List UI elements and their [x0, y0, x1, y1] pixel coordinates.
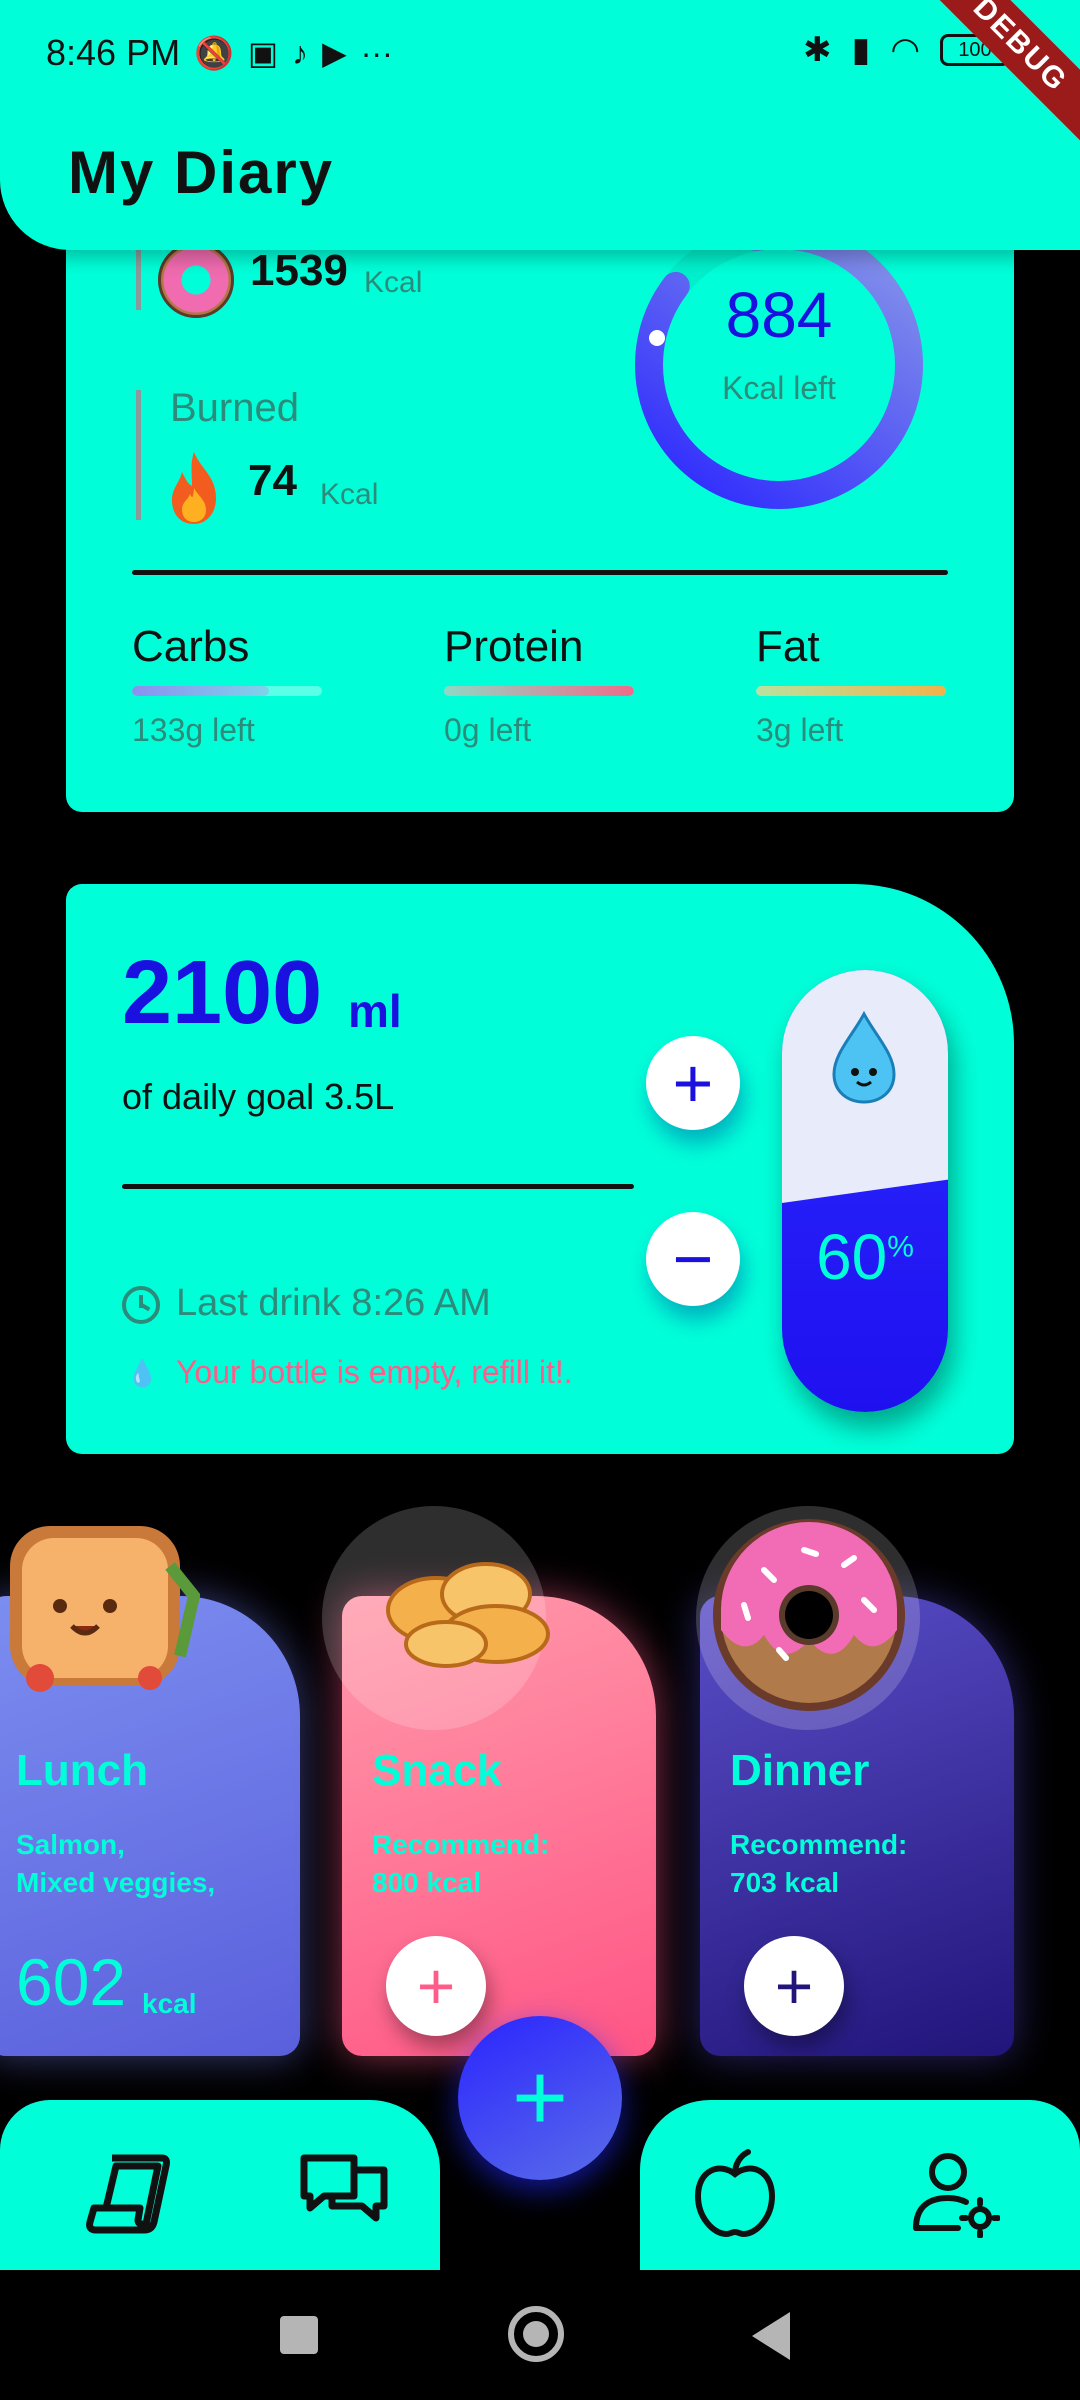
burned-label: Burned — [170, 386, 299, 430]
burned-value: 74 — [248, 456, 297, 505]
back-button[interactable] — [752, 2312, 790, 2360]
meal-kcal-value: 602 — [16, 1945, 127, 2019]
chat-icon[interactable] — [298, 2148, 388, 2238]
burned-unit: Kcal — [320, 478, 379, 511]
water-divider — [122, 1184, 634, 1189]
bottle-icon: 💧 — [126, 1358, 159, 1388]
meal-name: Dinner — [730, 1746, 870, 1795]
add-snack-button[interactable]: + — [386, 1936, 486, 2036]
macro-carbs: Carbs 133g left — [132, 622, 332, 749]
eaten-value: 1539 — [250, 246, 348, 295]
tiktok-icon: ♪ — [292, 34, 309, 71]
refill-warning: Your bottle is empty, refill it!. — [176, 1354, 573, 1390]
water-percent: 60% — [782, 1220, 948, 1294]
kcal-left-value: 884 — [725, 279, 833, 351]
macro-name: Protein — [444, 622, 584, 671]
add-water-button[interactable]: + — [646, 1036, 740, 1130]
water-percent-sign: % — [887, 1230, 914, 1264]
water-percent-value: 60 — [816, 1221, 888, 1293]
meal-description: Salmon, Mixed veggies, — [16, 1826, 215, 1902]
meal-description: Recommend: 703 kcal — [730, 1826, 907, 1902]
water-drop-icon — [832, 1010, 896, 1104]
meal-desc-line: Recommend: — [372, 1829, 550, 1860]
meal-description: Recommend: 800 kcal — [372, 1826, 549, 1902]
add-entry-fab[interactable]: + — [458, 2016, 622, 2180]
donut-icon — [713, 1519, 905, 1711]
page-title: My Diary — [68, 139, 335, 206]
water-unit: ml — [348, 985, 402, 1037]
wifi-icon: ◠ — [890, 31, 920, 69]
kcal-ring — [635, 221, 923, 509]
meal-desc-line: Recommend: — [730, 1829, 908, 1860]
meal-desc-line: 800 kcal — [372, 1867, 481, 1898]
meal-desc-line: Mixed veggies, — [16, 1867, 216, 1898]
status-time: 8:46 PM — [46, 32, 181, 73]
user-settings-icon[interactable] — [910, 2148, 1000, 2238]
calories-card: 1539 Kcal Burned 74 Kcal 884 Kcal left C… — [66, 200, 1014, 812]
app-header: 8:46 PM 🔕 ▣ ♪ ▶ ··· ✱ ▮ ◠ 100 DEBUG My D… — [0, 0, 1080, 250]
macro-remaining: 133g left — [132, 712, 255, 748]
macro-progress — [444, 686, 634, 696]
bluetooth-icon: ✱ — [803, 31, 832, 69]
macro-fat: Fat 3g left — [756, 622, 956, 749]
macro-progress — [756, 686, 946, 696]
donut-icon — [158, 242, 234, 318]
meal-name: Snack — [372, 1746, 502, 1795]
water-goal: of daily goal 3.5L — [122, 1076, 395, 1117]
calories-divider — [132, 570, 948, 575]
eaten-divider — [136, 240, 141, 310]
macro-name: Fat — [756, 622, 820, 671]
youtube-icon: ▶ — [322, 35, 347, 71]
macro-remaining: 0g left — [444, 712, 532, 748]
last-drink-text: Last drink 8:26 AM — [176, 1282, 491, 1324]
macro-name: Carbs — [132, 622, 250, 671]
status-bar-left: 8:46 PM 🔕 ▣ ♪ ▶ ··· — [46, 28, 393, 78]
media-icon: ▣ — [247, 35, 279, 71]
mute-bell-icon: 🔕 — [194, 35, 234, 71]
water-value: 2100 — [122, 943, 323, 1043]
water-card: 2100 ml of daily goal 3.5L Last drink 8:… — [66, 884, 1014, 1454]
macro-remaining: 3g left — [756, 712, 844, 748]
burned-divider — [136, 390, 141, 520]
sandwich-icon — [10, 1526, 200, 1692]
fire-icon — [172, 452, 216, 524]
meal-kcal-unit: kcal — [142, 1988, 197, 2019]
chips-icon — [386, 1562, 550, 1668]
kcal-left-label: Kcal left — [722, 370, 836, 406]
meal-desc-line: 703 kcal — [730, 1867, 839, 1898]
home-button[interactable] — [508, 2306, 564, 2362]
clock-icon — [122, 1286, 160, 1324]
diary-scroll-icon[interactable] — [82, 2148, 172, 2238]
eaten-unit: Kcal — [364, 266, 423, 299]
water-bottle: 60% — [782, 970, 948, 1412]
add-dinner-button[interactable]: + — [744, 1936, 844, 2036]
debug-banner: DEBUG — [910, 0, 1080, 155]
more-notifications: ··· — [360, 34, 393, 71]
signal-icon: ▮ — [851, 31, 871, 69]
meal-name: Lunch — [16, 1746, 148, 1795]
macro-protein: Protein 0g left — [444, 622, 644, 749]
macro-progress — [132, 686, 322, 696]
meal-desc-line: Salmon, — [16, 1829, 125, 1860]
apple-icon[interactable] — [690, 2148, 780, 2238]
recents-button[interactable] — [280, 2316, 318, 2354]
remove-water-button[interactable]: − — [646, 1212, 740, 1306]
